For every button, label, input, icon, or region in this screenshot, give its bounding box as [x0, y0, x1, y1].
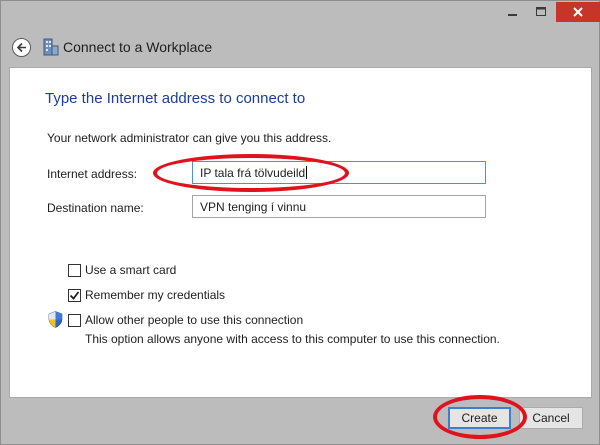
uac-shield-icon — [48, 311, 63, 328]
window-title: Connect to a Workplace — [63, 39, 213, 55]
workplace-network-icon — [43, 38, 59, 56]
internet-address-value: IP tala frá tölvudeild — [200, 166, 306, 180]
allow-others-note: This option allows anyone with access to… — [85, 332, 500, 346]
intro-text: Your network administrator can give you … — [47, 131, 332, 145]
maximize-button[interactable] — [527, 2, 554, 22]
content-panel: Type the Internet address to connect to … — [9, 67, 592, 398]
smart-card-label: Use a smart card — [85, 263, 177, 277]
remember-credentials-label: Remember my credentials — [85, 288, 226, 302]
destination-name-value: VPN tenging í vinnu — [200, 200, 307, 214]
page-heading: Type the Internet address to connect to — [45, 90, 306, 107]
create-button[interactable]: Create — [448, 407, 511, 429]
back-arrow-icon — [16, 42, 26, 53]
text-caret — [306, 166, 308, 179]
close-icon — [573, 7, 583, 17]
destination-name-label: Destination name: — [47, 201, 144, 215]
smart-card-option[interactable]: Use a smart card — [68, 263, 176, 277]
minimize-icon — [508, 14, 517, 16]
internet-address-input[interactable]: IP tala frá tölvudeild — [192, 161, 486, 184]
allow-others-checkbox[interactable] — [68, 313, 81, 327]
maximize-icon — [535, 7, 546, 16]
internet-address-label: Internet address: — [47, 167, 138, 181]
cancel-button[interactable]: Cancel — [519, 407, 583, 429]
smart-card-checkbox[interactable] — [68, 263, 81, 277]
destination-name-input[interactable]: VPN tenging í vinnu — [192, 195, 486, 218]
allow-others-label: Allow other people to use this connectio… — [85, 313, 304, 327]
remember-credentials-checkbox[interactable] — [68, 288, 81, 302]
close-button[interactable] — [556, 2, 600, 22]
dialog-window: Connect to a Workplace Type the Internet… — [0, 0, 600, 445]
back-button[interactable] — [12, 38, 31, 57]
remember-credentials-option[interactable]: Remember my credentials — [68, 288, 225, 302]
checkmark-icon — [69, 290, 80, 300]
minimize-button[interactable] — [499, 2, 527, 22]
allow-others-option[interactable]: Allow other people to use this connectio… — [68, 313, 303, 327]
